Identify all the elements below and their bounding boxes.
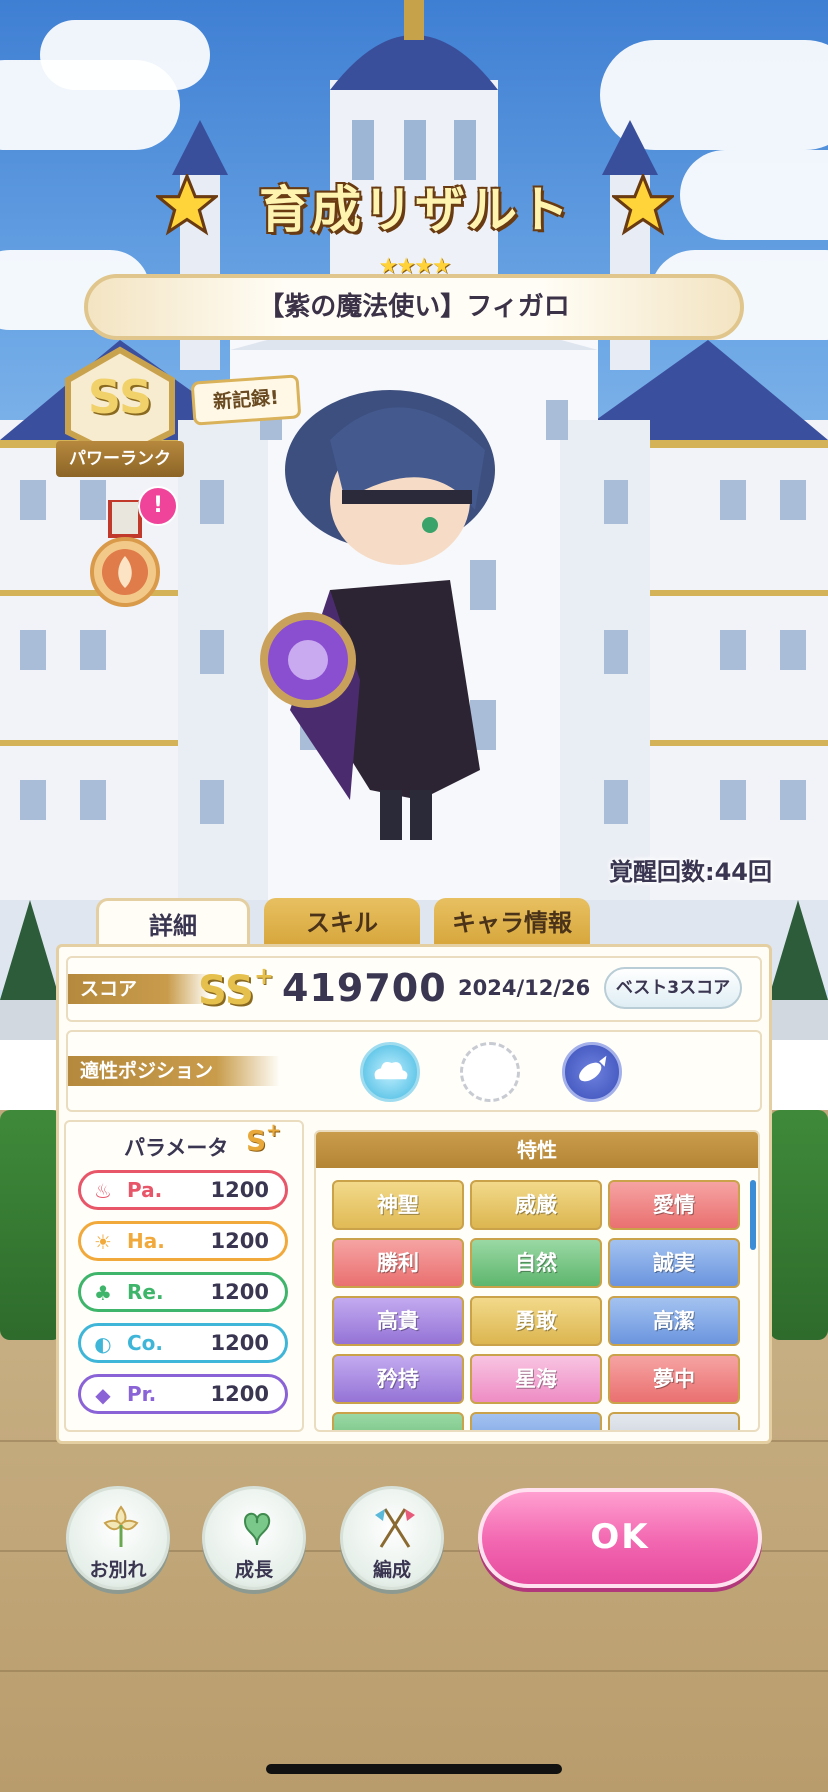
- trait-chip[interactable]: 愛情: [608, 1180, 740, 1230]
- parameters-grade-plus: +: [266, 1120, 282, 1141]
- growth-button[interactable]: 成長: [202, 1486, 306, 1590]
- flower-icon: [103, 1505, 139, 1547]
- parameters-title: パラメータ: [124, 1136, 229, 1160]
- flags-icon: [375, 1508, 415, 1548]
- trait-chip[interactable]: 勝利: [332, 1238, 464, 1288]
- trait-chip[interactable]: 高潔: [608, 1296, 740, 1346]
- trait-chip[interactable]: 矜持: [332, 1354, 464, 1404]
- traits-scrollbar[interactable]: [750, 1180, 756, 1250]
- param-re: ♣ Re. 1200: [78, 1272, 288, 1312]
- param-pr: ◆ Pr. 1200: [78, 1374, 288, 1414]
- tab-details[interactable]: 詳細: [96, 898, 250, 948]
- trait-chip-partial[interactable]: [332, 1412, 464, 1430]
- param-pa: ♨ Pa. 1200: [78, 1170, 288, 1210]
- trait-chip[interactable]: 星海: [470, 1354, 602, 1404]
- trait-chip-partial[interactable]: [608, 1412, 740, 1430]
- position-label: 適性ポジション: [68, 1056, 280, 1086]
- cloud-position-icon[interactable]: [360, 1042, 420, 1102]
- gem-icon: ◆: [95, 1383, 111, 1407]
- farewell-button[interactable]: お別れ: [66, 1486, 170, 1590]
- sprout-icon: [243, 1512, 271, 1546]
- parameters-grade: S: [246, 1124, 267, 1157]
- star-icon: [612, 174, 674, 236]
- hedge-right: [770, 1110, 828, 1340]
- score-grade: SS: [198, 968, 254, 1014]
- score-date: 2024/12/26: [458, 976, 591, 1000]
- empty-position-slot[interactable]: [460, 1042, 520, 1102]
- param-co: ◐ Co. 1200: [78, 1323, 288, 1363]
- result-title-banner: 育成リザルト: [150, 168, 678, 248]
- trait-chip[interactable]: 威厳: [470, 1180, 602, 1230]
- ok-button[interactable]: OK: [478, 1488, 762, 1588]
- swirl-icon: ◐: [94, 1332, 112, 1356]
- trait-chip[interactable]: 自然: [470, 1238, 602, 1288]
- page-title: 育成リザルト: [259, 181, 571, 239]
- home-indicator[interactable]: [266, 1764, 562, 1774]
- star-icon: [156, 174, 218, 236]
- formation-button[interactable]: 編成: [340, 1486, 444, 1590]
- best3-score-button[interactable]: ベスト3スコア: [604, 967, 742, 1009]
- param-ha: ☀ Ha. 1200: [78, 1221, 288, 1261]
- character-sprite: [260, 390, 495, 840]
- traits-title: 特性: [316, 1132, 758, 1168]
- hedge-left: [0, 1110, 62, 1340]
- sun-icon: ☀: [94, 1230, 112, 1254]
- fish-position-icon[interactable]: [562, 1042, 622, 1102]
- tab-character-info[interactable]: キャラ情報: [434, 898, 590, 948]
- score-value: 419700: [282, 966, 447, 1010]
- trait-chip-partial[interactable]: [470, 1412, 602, 1430]
- score-grade-plus: +: [254, 962, 275, 990]
- power-rank-label: パワーランク: [56, 441, 184, 477]
- notification-badge: !: [138, 486, 178, 526]
- power-rank-grade: SS: [87, 370, 153, 424]
- trait-chip[interactable]: 勇敢: [470, 1296, 602, 1346]
- clover-icon: ♣: [94, 1281, 112, 1305]
- flame-icon: ♨: [94, 1179, 112, 1203]
- tab-skills[interactable]: スキル: [264, 898, 420, 948]
- trait-chip[interactable]: 誠実: [608, 1238, 740, 1288]
- traits-box[interactable]: 特性 神聖 威厳 愛情 勝利 自然 誠実 高貴 勇敢 高潔 矜持 星海 夢中: [314, 1130, 760, 1432]
- trait-chip[interactable]: 高貴: [332, 1296, 464, 1346]
- trait-chip[interactable]: 神聖: [332, 1180, 464, 1230]
- character-name: 【紫の魔法使い】フィガロ: [84, 274, 744, 340]
- score-label: スコア: [68, 974, 210, 1004]
- awaken-count: 覚醒回数:44回: [609, 858, 772, 886]
- trait-chip[interactable]: 夢中: [608, 1354, 740, 1404]
